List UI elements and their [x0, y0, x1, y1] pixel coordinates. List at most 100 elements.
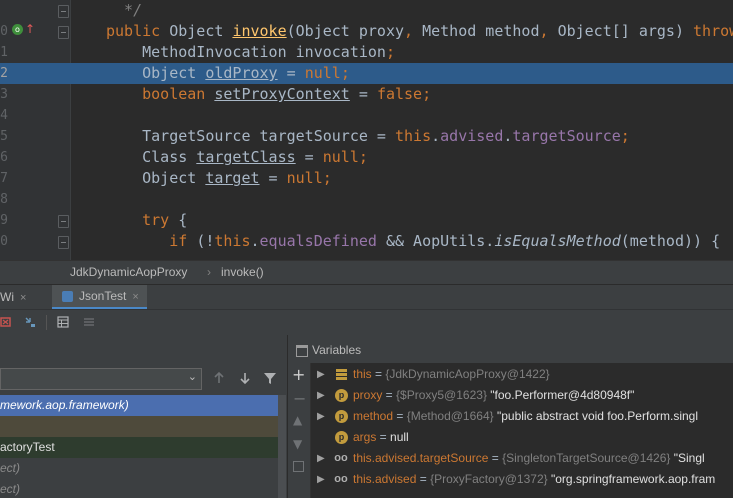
expand-arrow-icon[interactable]: ▶ — [317, 469, 325, 490]
ide-window: */ 0 public Object invoke(Object proxy, Me… — [0, 0, 733, 498]
code-line[interactable]: 3 boolean setProxyContext = false; — [0, 84, 733, 105]
expand-arrow-icon[interactable]: ▶ — [317, 385, 325, 406]
code-line[interactable]: 0 if (!this.equalsDefined && AopUtils.is… — [0, 231, 733, 252]
variable-name: method — [353, 409, 394, 423]
variable-row[interactable]: ▶ p proxy = {$Proxy5@1623} "foo.Performer@… — [311, 385, 733, 406]
tab-partial[interactable]: Wi × — [0, 285, 26, 310]
parameter-icon: p — [335, 410, 348, 423]
watch-icon: oo — [334, 452, 348, 464]
code-token: false — [376, 85, 423, 103]
code-line[interactable]: 8 — [0, 189, 733, 210]
code-token: equalsDefined — [259, 232, 377, 250]
code-token: if — [169, 232, 197, 250]
implements-arrow-icon[interactable]: ↑ — [25, 22, 35, 36]
variables-side-toolbar: + − ▲ ▼ — [288, 363, 311, 498]
code-line[interactable]: 4 — [0, 105, 733, 126]
scrollbar[interactable] — [278, 395, 286, 498]
override-icon[interactable]: o — [12, 24, 23, 35]
variable-equals: = — [376, 430, 391, 444]
variable-name: this — [353, 367, 372, 381]
stack-frame-row[interactable]: ect) — [0, 479, 278, 498]
remove-watch-icon[interactable]: − — [293, 389, 306, 408]
code-text: TargetSource targetSource = this.advised… — [106, 126, 630, 147]
code-token: Object — [106, 64, 206, 82]
variables-title: Variables — [312, 343, 362, 357]
stack-frame-row[interactable] — [0, 416, 278, 437]
fold-marker-icon[interactable] — [58, 215, 69, 228]
variable-row[interactable]: ▶ oo this.advised.targetSource = {Singleto… — [311, 448, 733, 469]
fold-marker-icon[interactable] — [58, 236, 69, 249]
variable-row[interactable]: p args = null — [311, 427, 733, 448]
variable-row[interactable]: ▶ this = {JdkDynamicAopProxy@1422} — [311, 364, 733, 385]
breadcrumb-separator: › — [207, 265, 211, 279]
thread-dropdown[interactable]: ⌄ — [0, 368, 202, 390]
variable-reference: {$Proxy5@1623} — [396, 388, 487, 402]
arrow-up-icon[interactable] — [212, 371, 226, 385]
code-text: boolean setProxyContext = false; — [106, 84, 431, 105]
move-down-icon[interactable]: ▼ — [293, 437, 302, 451]
code-token: , — [404, 22, 423, 40]
code-editor[interactable]: */ 0 public Object invoke(Object proxy, Me… — [0, 0, 733, 260]
code-line[interactable]: 5 TargetSource targetSource = this.advis… — [0, 126, 733, 147]
code-token: setProxyContext — [214, 85, 350, 103]
layout-icon[interactable] — [83, 316, 95, 328]
code-token: (method)) { — [620, 232, 721, 250]
java-class-icon — [62, 291, 73, 303]
fold-marker-icon[interactable] — [58, 26, 69, 39]
line-number: 2 — [0, 66, 8, 81]
code-line[interactable]: */ — [0, 0, 733, 21]
step-into-icon[interactable] — [24, 316, 36, 328]
code-token: ; — [340, 64, 350, 82]
line-number: 4 — [0, 108, 8, 123]
variable-row[interactable]: ▶ p method = {Method@1664} "public abstrac… — [311, 406, 733, 427]
code-text: Class targetClass = null; — [106, 147, 368, 168]
debug-tab-bar: Wi × JsonTest × — [0, 284, 733, 310]
breadcrumb-class[interactable]: JdkDynamicAopProxy — [70, 265, 187, 279]
code-token: try — [142, 211, 179, 229]
copy-icon[interactable] — [293, 461, 304, 472]
filter-icon[interactable] — [263, 371, 277, 385]
breadcrumb-method[interactable]: invoke() — [221, 265, 264, 279]
expand-arrow-icon[interactable]: ▶ — [317, 448, 325, 469]
fold-marker-icon[interactable] — [58, 5, 69, 18]
stack-frame-row[interactable]: mework.aop.framework) — [0, 395, 278, 416]
code-line[interactable]: 6 Class targetClass = null; — [0, 147, 733, 168]
code-line[interactable]: 2 Object oldProxy = null; — [0, 63, 733, 84]
line-number: 5 — [0, 129, 8, 144]
stop-debug-icon[interactable] — [0, 316, 12, 328]
variable-name: this.advised.targetSource — [353, 451, 489, 465]
tab-jsontest[interactable]: JsonTest × — [52, 285, 147, 310]
expand-arrow-icon[interactable]: ▶ — [317, 406, 325, 427]
code-line[interactable]: 7 Object target = null; — [0, 168, 733, 189]
stack-frame-row[interactable]: actoryTest — [0, 437, 278, 458]
code-token: (Object proxy — [286, 22, 405, 40]
frames-panel: ⌄ mework.aop.framework) actoryTest ect) ect… — [0, 335, 288, 498]
code-line[interactable]: 1 MethodInvocation invocation; — [0, 42, 733, 63]
code-token: Object[] args) — [557, 22, 694, 40]
close-icon[interactable]: × — [132, 291, 138, 303]
watch-icon: oo — [334, 473, 348, 485]
code-token: Method method — [422, 22, 540, 40]
variable-text: this.advised = {ProxyFactory@1372} "org.… — [353, 469, 715, 490]
variable-row[interactable]: ▶ oo this.advised = {ProxyFactory@1372} "o… — [311, 469, 733, 490]
stack-frame-row[interactable]: ect) — [0, 458, 278, 479]
code-line[interactable]: 9 try { — [0, 210, 733, 231]
tab-label: Wi — [0, 290, 14, 304]
close-icon[interactable]: × — [20, 292, 26, 304]
code-token: null — [286, 169, 323, 187]
parameter-icon: p — [335, 431, 348, 444]
expand-arrow-icon[interactable]: ▶ — [317, 364, 325, 385]
variable-reference: {Method@1664} — [406, 409, 494, 423]
table-view-icon[interactable] — [57, 316, 69, 328]
code-token: = — [349, 85, 377, 103]
code-token: { — [178, 211, 188, 229]
move-up-icon[interactable]: ▲ — [293, 413, 302, 427]
arrow-down-icon[interactable] — [238, 371, 252, 385]
add-watch-icon[interactable]: + — [292, 365, 305, 384]
tab-label: JsonTest — [79, 289, 127, 303]
code-token: invoke — [232, 22, 287, 40]
code-line[interactable]: 0 public Object invoke(Object proxy, Meth… — [0, 21, 733, 42]
code-token: targetClass — [196, 148, 296, 166]
chevron-down-icon: ⌄ — [187, 370, 197, 383]
